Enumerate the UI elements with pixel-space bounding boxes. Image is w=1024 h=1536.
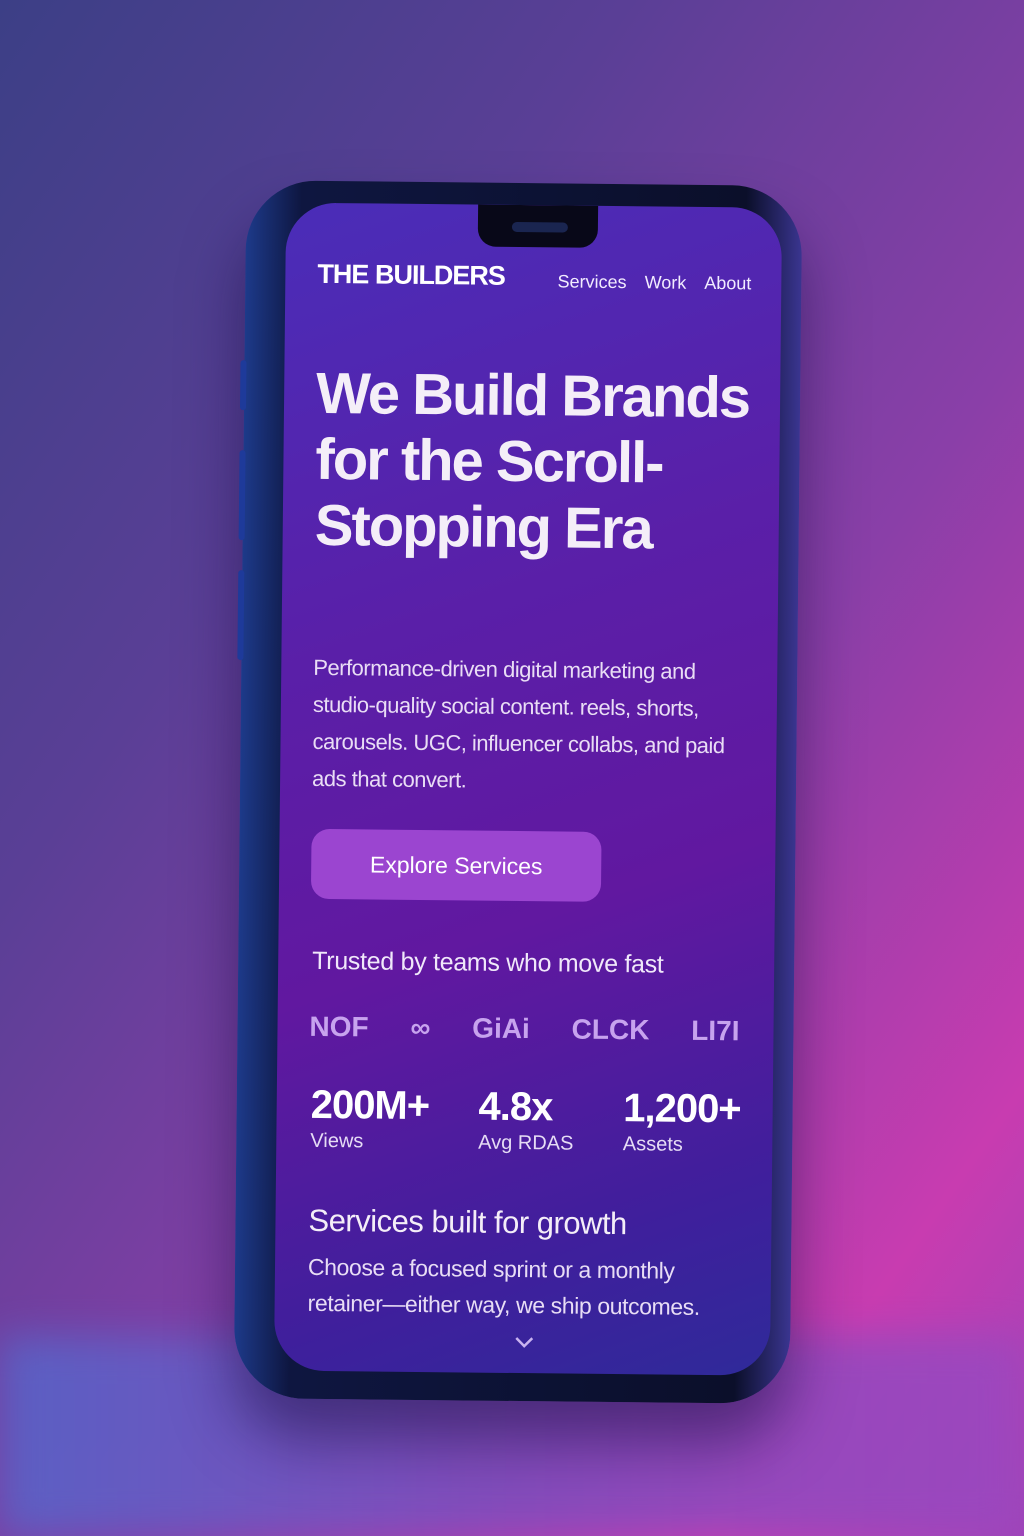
phone-screen: THE BUILDERS Services Work About We Buil… bbox=[273, 202, 783, 1376]
nav-link-services[interactable]: Services bbox=[557, 271, 626, 293]
stat-value: 200M+ bbox=[310, 1082, 430, 1129]
chevron-down-icon[interactable] bbox=[514, 1333, 534, 1354]
trust-heading: Trusted by teams who move fast bbox=[312, 946, 664, 979]
nav-links: Services Work About bbox=[557, 271, 751, 294]
notch bbox=[477, 204, 599, 248]
stat-label: Views bbox=[310, 1129, 364, 1153]
nav-link-about[interactable]: About bbox=[704, 273, 751, 294]
client-logo: ∞ bbox=[410, 1011, 431, 1044]
services-subtitle: Choose a focused sprint or a monthly ret… bbox=[307, 1253, 700, 1320]
phone-button bbox=[238, 450, 246, 541]
services-heading: Services built for growth bbox=[308, 1202, 627, 1242]
stat-label: Avg RDAS bbox=[478, 1131, 574, 1155]
navbar: THE BUILDERS Services Work About bbox=[317, 259, 751, 295]
client-logo: CLCK bbox=[571, 1013, 650, 1046]
stat-views: 200M+ Views bbox=[310, 1083, 429, 1154]
client-logo: NOF bbox=[309, 1010, 369, 1043]
stats-row: 200M+ Views 4.8x Avg RDAS 1,200+ Assets bbox=[310, 1083, 741, 1157]
hero-description: Performance-driven digital marketing and… bbox=[312, 654, 725, 793]
hero-title: We Build Brands for the Scroll-Stopping … bbox=[314, 360, 750, 562]
explore-services-button[interactable]: Explore Services bbox=[310, 828, 602, 902]
stat-label: Assets bbox=[622, 1133, 683, 1156]
client-logos: NOF ∞ GiAi CLCK LI7I bbox=[309, 1011, 739, 1048]
client-logo: GiAi bbox=[472, 1012, 530, 1045]
nav-link-work[interactable]: Work bbox=[645, 272, 687, 293]
phone-button bbox=[237, 570, 245, 661]
phone-button bbox=[239, 360, 247, 411]
stat-roas: 4.8x Avg RDAS bbox=[478, 1085, 574, 1156]
phone-mockup: THE BUILDERS Services Work About We Buil… bbox=[233, 180, 803, 1404]
stat-assets: 1,200+ Assets bbox=[623, 1086, 741, 1157]
client-logo: LI7I bbox=[691, 1014, 740, 1047]
stat-value: 1,200+ bbox=[622, 1086, 741, 1132]
brand-logo[interactable]: THE BUILDERS bbox=[317, 259, 505, 292]
speaker bbox=[511, 221, 568, 233]
stat-value: 4.8x bbox=[478, 1084, 553, 1130]
